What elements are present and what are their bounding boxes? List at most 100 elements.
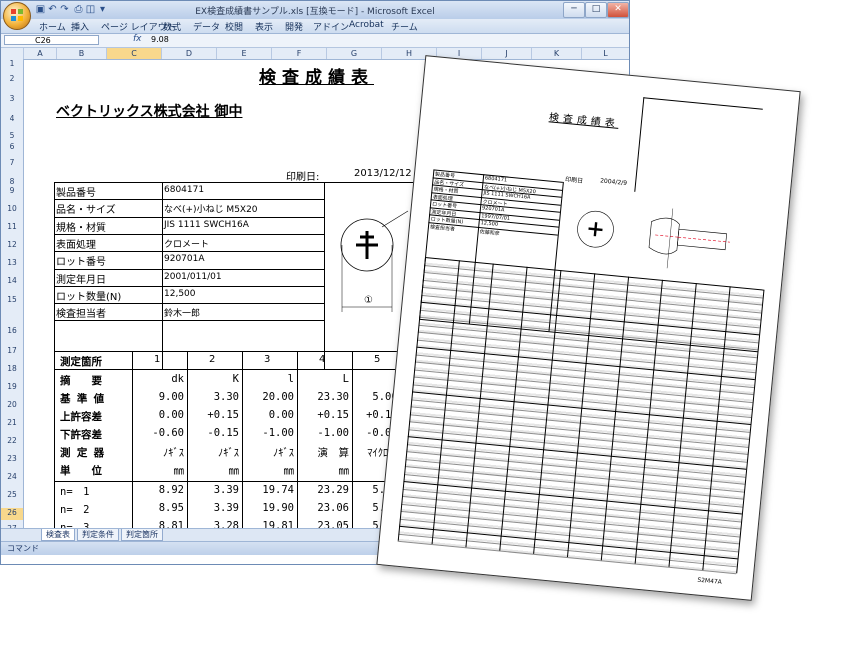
- sheet-tab-inspection[interactable]: 検査表: [41, 529, 75, 541]
- tab-insert[interactable]: 挿入: [71, 20, 89, 33]
- row-header[interactable]: 3: [1, 94, 23, 106]
- data-cell[interactable]: 3.39: [187, 502, 239, 514]
- column-header[interactable]: G: [327, 48, 382, 59]
- row-header[interactable]: 6: [1, 142, 23, 154]
- measure-row-label[interactable]: 下許容差: [60, 427, 102, 442]
- measure-cell[interactable]: ㎜: [297, 463, 350, 478]
- measure-header-label[interactable]: 測定箇所: [60, 354, 102, 369]
- info-value[interactable]: 920701A: [164, 254, 205, 264]
- row-header[interactable]: 7: [1, 158, 23, 170]
- maximize-button[interactable]: □: [585, 2, 607, 18]
- tab-data[interactable]: データ: [193, 20, 220, 33]
- row-header[interactable]: 4: [1, 114, 23, 126]
- office-button[interactable]: [3, 2, 31, 30]
- measure-cell[interactable]: ㎜: [242, 463, 295, 478]
- tab-formulas[interactable]: 数式: [163, 20, 181, 33]
- data-row-label[interactable]: n= 2: [60, 502, 89, 517]
- row-header[interactable]: 24: [1, 472, 23, 484]
- measure-cell[interactable]: 0.00: [132, 409, 184, 421]
- row-header[interactable]: 15: [1, 295, 23, 307]
- tab-home[interactable]: ホーム: [39, 20, 66, 33]
- info-value[interactable]: 12,500: [164, 289, 196, 299]
- row-header[interactable]: 17: [1, 346, 23, 358]
- column-header[interactable]: E: [217, 48, 272, 59]
- measure-cell[interactable]: -0.15: [187, 427, 239, 439]
- row-header[interactable]: 2: [1, 74, 23, 86]
- column-header[interactable]: D: [162, 48, 217, 59]
- row-header[interactable]: 13: [1, 258, 23, 270]
- column-header[interactable]: J: [482, 48, 532, 59]
- row-header[interactable]: 12: [1, 240, 23, 252]
- data-cell[interactable]: 19.74: [242, 484, 294, 496]
- measure-cell[interactable]: 演 算: [297, 445, 350, 460]
- row-header[interactable]: 19: [1, 382, 23, 394]
- info-value[interactable]: なべ(+)小ねじ M5X20: [164, 202, 258, 215]
- measure-cell[interactable]: 0.00: [242, 409, 294, 421]
- info-value[interactable]: 6804171: [164, 185, 204, 195]
- row-header[interactable]: 21: [1, 418, 23, 430]
- measure-row-label[interactable]: 単 位: [60, 463, 102, 478]
- row-header[interactable]: 11: [1, 222, 23, 234]
- data-row-label[interactable]: n= 1: [60, 484, 89, 499]
- measure-cell[interactable]: -1.00: [297, 427, 349, 439]
- row-header[interactable]: 23: [1, 454, 23, 466]
- measure-cell[interactable]: dk: [132, 373, 184, 385]
- measure-cell[interactable]: K: [187, 373, 239, 385]
- tab-acrobat[interactable]: Acrobat: [349, 20, 384, 30]
- row-header[interactable]: 14: [1, 276, 23, 288]
- row-header[interactable]: 20: [1, 400, 23, 412]
- info-value[interactable]: クロメート: [164, 237, 209, 250]
- measure-cell[interactable]: 3.30: [187, 391, 239, 403]
- measure-cell[interactable]: 20.00: [242, 391, 294, 403]
- measure-cell[interactable]: l: [242, 373, 294, 385]
- tab-view[interactable]: 表示: [255, 20, 273, 33]
- measure-cell[interactable]: ﾉｷﾞｽ: [242, 445, 294, 460]
- select-all-corner[interactable]: [1, 48, 24, 59]
- close-button[interactable]: ✕: [607, 2, 629, 18]
- name-box[interactable]: C26: [4, 35, 99, 45]
- tab-addins[interactable]: アドイン: [313, 20, 349, 33]
- tab-review[interactable]: 校閲: [225, 20, 243, 33]
- tab-team[interactable]: チーム: [391, 20, 418, 33]
- minimize-button[interactable]: ─: [563, 2, 585, 18]
- row-header[interactable]: 25: [1, 490, 23, 502]
- info-value[interactable]: 鈴木一郎: [164, 306, 200, 319]
- row-header[interactable]: 16: [1, 326, 23, 338]
- sheet-tab-points[interactable]: 判定箇所: [121, 529, 163, 541]
- row-header[interactable]: 22: [1, 436, 23, 448]
- data-cell[interactable]: 23.06: [297, 502, 349, 514]
- row-header[interactable]: 18: [1, 364, 23, 376]
- fx-icon[interactable]: fx: [133, 34, 142, 44]
- row-header[interactable]: 26: [1, 508, 23, 520]
- measure-cell[interactable]: -0.60: [132, 427, 184, 439]
- measure-cell[interactable]: -1.00: [242, 427, 294, 439]
- measure-cell[interactable]: +0.15: [187, 409, 239, 421]
- measure-cell[interactable]: ﾉｷﾞｽ: [187, 445, 239, 460]
- measure-cell[interactable]: 9.00: [132, 391, 184, 403]
- info-value[interactable]: 2001/011/01: [164, 272, 222, 282]
- measure-cell[interactable]: L: [297, 373, 349, 385]
- data-cell[interactable]: 8.92: [132, 484, 184, 496]
- measure-cell[interactable]: ㎜: [187, 463, 240, 478]
- data-cell[interactable]: 19.90: [242, 502, 294, 514]
- column-header[interactable]: B: [57, 48, 107, 59]
- column-header[interactable]: L: [582, 48, 629, 59]
- column-header-selected[interactable]: C: [107, 48, 162, 59]
- measure-row-label[interactable]: 基 準 値: [60, 391, 104, 406]
- measure-cell[interactable]: +0.15: [297, 409, 349, 421]
- measure-row-label[interactable]: 測 定 器: [60, 445, 104, 460]
- column-header[interactable]: K: [532, 48, 582, 59]
- measure-cell[interactable]: 23.30: [297, 391, 349, 403]
- data-cell[interactable]: 8.95: [132, 502, 184, 514]
- info-value[interactable]: JIS 1111 SWCH16A: [164, 220, 249, 230]
- measure-cell[interactable]: ㎜: [132, 463, 185, 478]
- measure-row-label[interactable]: 上許容差: [60, 409, 102, 424]
- row-header[interactable]: 10: [1, 204, 23, 216]
- data-cell[interactable]: 23.29: [297, 484, 349, 496]
- measure-row-label[interactable]: 摘 要: [60, 373, 102, 388]
- measure-cell[interactable]: ﾉｷﾞｽ: [132, 445, 184, 460]
- row-header[interactable]: 1: [1, 59, 23, 71]
- data-cell[interactable]: 3.39: [187, 484, 239, 496]
- formula-input[interactable]: 9.08: [151, 35, 169, 44]
- column-header[interactable]: A: [24, 48, 57, 59]
